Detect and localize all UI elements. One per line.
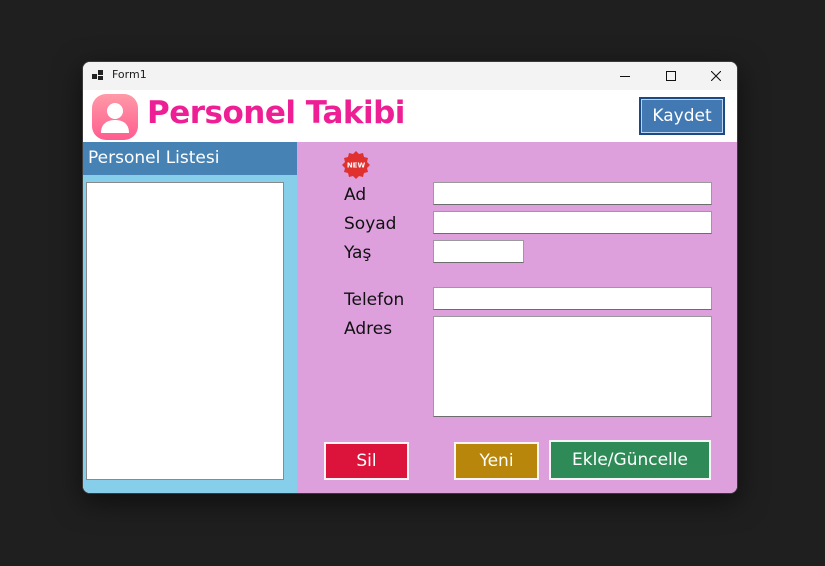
close-button[interactable] [693, 62, 737, 90]
adres-label: Adres [344, 319, 393, 339]
adres-field[interactable] [433, 316, 712, 417]
soyad-field[interactable] [433, 211, 712, 234]
add-update-button[interactable]: Ekle/Güncelle [549, 440, 711, 480]
user-profile-icon [92, 94, 138, 140]
yas-label: Yaş [344, 243, 372, 263]
new-button[interactable]: Yeni [454, 442, 539, 480]
telefon-label: Telefon [344, 290, 405, 310]
telefon-field[interactable] [433, 287, 712, 310]
personnel-listbox[interactable] [86, 182, 284, 480]
new-badge-text: NEW [347, 162, 366, 170]
new-badge-icon: NEW [342, 151, 370, 179]
app-icon [92, 70, 104, 81]
window-title: Form1 [112, 68, 147, 81]
maximize-button[interactable] [648, 62, 694, 90]
close-icon [711, 71, 721, 81]
ad-label: Ad [344, 185, 367, 205]
app-title: Personel Takibi [147, 95, 405, 131]
minimize-icon [620, 76, 630, 77]
delete-button[interactable]: Sil [324, 442, 409, 480]
yas-field[interactable] [433, 240, 524, 263]
save-button[interactable]: Kaydet [639, 97, 725, 135]
header: Personel Takibi Kaydet [83, 90, 737, 142]
soyad-label: Soyad [344, 214, 397, 234]
minimize-button[interactable] [602, 62, 648, 90]
title-bar[interactable]: Form1 [83, 62, 737, 90]
main-window: Form1 Personel Takibi Kaydet Personel Li… [82, 61, 738, 494]
ad-field[interactable] [433, 182, 712, 205]
personnel-form-panel: NEW Ad Soyad Yaş Telefon Adres Sil Yeni … [297, 142, 737, 493]
personnel-list-panel: Personel Listesi [83, 142, 297, 493]
maximize-icon [666, 71, 676, 81]
personnel-list-title: Personel Listesi [83, 142, 297, 175]
